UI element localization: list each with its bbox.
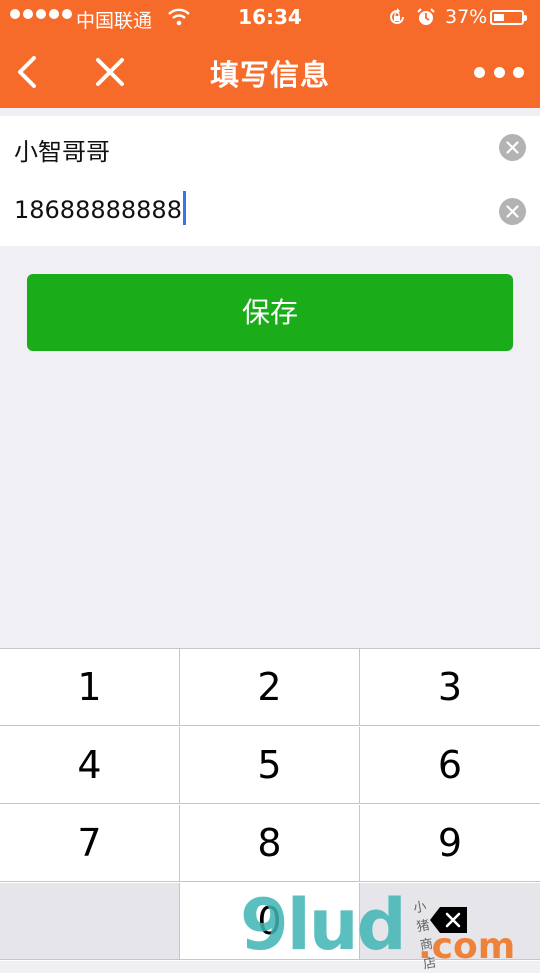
phone-input[interactable]: 18688888888 [14, 191, 186, 225]
status-bar: 中国联通 16:34 37% [0, 0, 540, 36]
clear-circle-icon [506, 141, 519, 154]
name-row: 小智哥哥 [0, 118, 540, 182]
key-blank [0, 883, 180, 960]
text-cursor [182, 191, 186, 225]
save-button[interactable]: 保存 [27, 274, 513, 351]
key-9[interactable]: 9 [360, 805, 540, 882]
name-input[interactable]: 小智哥哥 [14, 132, 110, 167]
more-button[interactable] [474, 60, 524, 84]
key-7[interactable]: 7 [0, 805, 180, 882]
alarm-icon [417, 8, 435, 25]
key-1[interactable]: 1 [0, 649, 180, 726]
key-6[interactable]: 6 [360, 727, 540, 804]
battery-percent: 37% [445, 6, 488, 28]
watermark-logo: 9lud [240, 884, 407, 966]
battery-fill [494, 14, 504, 21]
header-bar: 中国联通 16:34 37% 填写信息 [0, 0, 540, 108]
clear-phone-button[interactable] [499, 198, 526, 225]
rotation-lock-icon [390, 8, 404, 24]
clear-name-button[interactable] [499, 134, 526, 161]
phone-row: 18688888888 [0, 182, 540, 246]
page-title: 填写信息 [209, 58, 330, 92]
navigation-bar: 填写信息 [0, 36, 540, 108]
battery-icon [490, 10, 527, 25]
key-2[interactable]: 2 [180, 649, 360, 726]
key-5[interactable]: 5 [180, 727, 360, 804]
watermark: 9lud .com 小 猪 商 店 [240, 884, 515, 973]
info-form: 小智哥哥 18688888888 [0, 116, 540, 246]
key-4[interactable]: 4 [0, 727, 180, 804]
key-8[interactable]: 8 [180, 805, 360, 882]
clear-circle-icon [506, 205, 519, 218]
phone-value: 18688888888 [14, 196, 182, 224]
key-3[interactable]: 3 [360, 649, 540, 726]
